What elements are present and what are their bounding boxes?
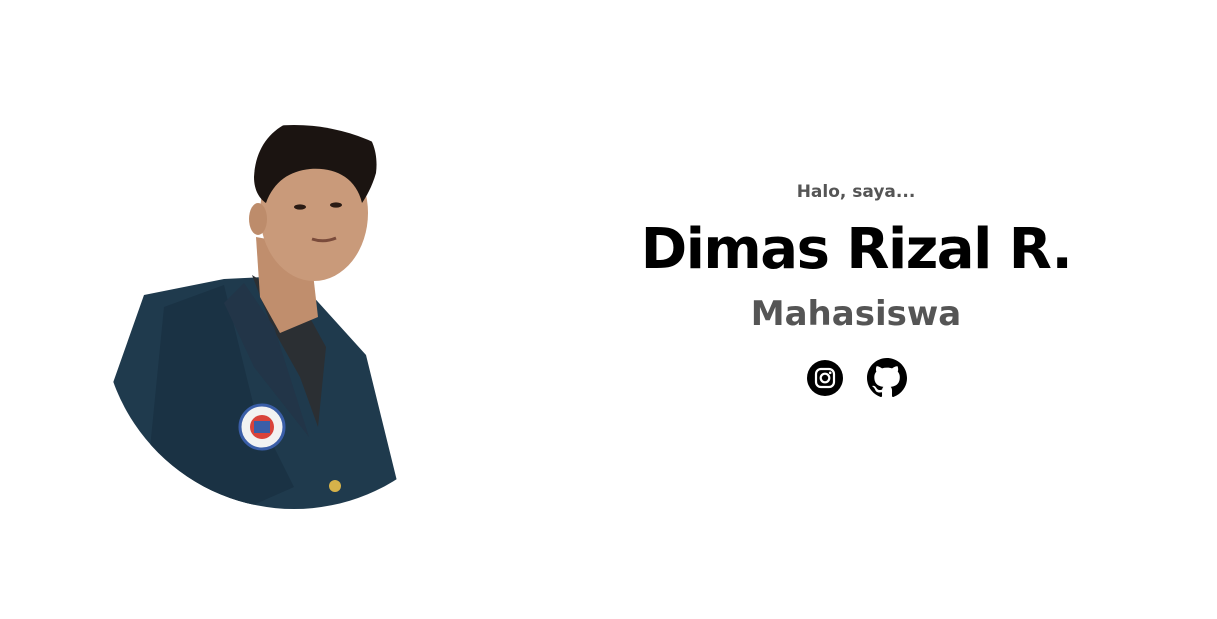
github-icon xyxy=(867,358,907,398)
social-links xyxy=(600,358,1112,398)
profile-role: Mahasiswa xyxy=(750,294,962,334)
instagram-link[interactable] xyxy=(805,358,845,398)
github-link[interactable] xyxy=(867,358,907,398)
greeting-text: Halo, saya... xyxy=(796,182,916,202)
instagram-icon xyxy=(807,360,843,396)
profile-name: Dimas Rizal R. xyxy=(640,217,1073,282)
intro-block: Halo, saya... Dimas Rizal R. Mahasiswa xyxy=(600,176,1112,398)
profile-picture xyxy=(104,107,404,509)
hero-section: Halo, saya... Dimas Rizal R. Mahasiswa xyxy=(0,0,1217,619)
